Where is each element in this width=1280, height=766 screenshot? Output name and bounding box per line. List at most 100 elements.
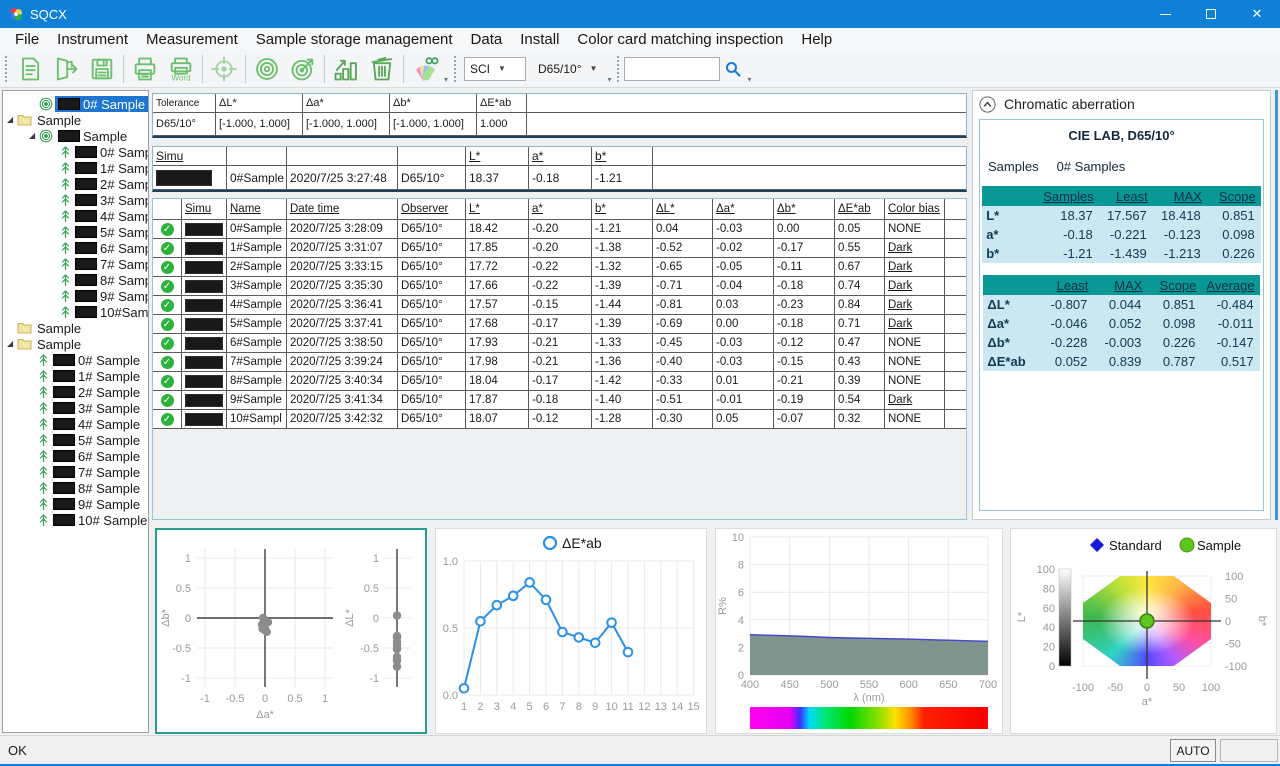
- tree-item[interactable]: 5# Sample: [3, 432, 148, 448]
- column-header[interactable]: L*: [466, 147, 529, 166]
- sample-row[interactable]: ✓5#Sample2020/7/25 3:37:41D65/10°17.68-0…: [153, 315, 966, 334]
- tree-item-label[interactable]: 7# Sample: [50, 464, 143, 480]
- tree-item[interactable]: 0# Samp: [3, 144, 148, 160]
- tree-item-label[interactable]: 3# Sample: [50, 400, 143, 416]
- sample-row[interactable]: ✓2#Sample2020/7/25 3:33:15D65/10°17.72-0…: [153, 258, 966, 277]
- column-header[interactable]: Date time: [287, 199, 398, 220]
- print-word-button[interactable]: Word: [163, 52, 199, 86]
- column-header[interactable]: ΔL*: [653, 199, 713, 220]
- new-document-button[interactable]: [12, 52, 48, 86]
- column-header[interactable]: a*: [529, 199, 592, 220]
- tree-item-label[interactable]: 8# Sample: [50, 480, 143, 496]
- stat-column-header[interactable]: MAX: [1153, 186, 1207, 206]
- scatter-chart-panel[interactable]: -1-1-0.5-0.5000.50.511Δb*Δa*-1-0.500.51Δ…: [155, 528, 427, 734]
- stat-column-header[interactable]: MAX: [1093, 275, 1147, 295]
- tree-expander-icon[interactable]: ◢: [7, 115, 17, 125]
- illuminant-select[interactable]: D65/10° ▼: [532, 57, 603, 81]
- stat-column-header[interactable]: Samples: [1038, 186, 1099, 206]
- stat-column-header[interactable]: Least: [1039, 275, 1093, 295]
- column-header[interactable]: b*: [592, 147, 653, 166]
- column-header[interactable]: a*: [529, 147, 592, 166]
- tree-item-label[interactable]: 8# Samp: [72, 272, 149, 288]
- tree-item-label[interactable]: Sample: [34, 320, 84, 336]
- menu-install[interactable]: Install: [511, 28, 568, 50]
- column-header[interactable]: Δa*: [713, 199, 774, 220]
- tree-item[interactable]: 5# Samp: [3, 224, 148, 240]
- sci-select[interactable]: SCI ▼: [464, 57, 526, 81]
- tree-item-label[interactable]: 10#Samp: [72, 304, 149, 320]
- column-header[interactable]: b*: [592, 199, 653, 220]
- tree-item[interactable]: ◢ Sample: [3, 128, 148, 144]
- color-match-button[interactable]: [407, 52, 443, 86]
- export-button[interactable]: [48, 52, 84, 86]
- panel-header[interactable]: Chromatic aberration: [973, 91, 1270, 117]
- sample-row[interactable]: ✓0#Sample2020/7/25 3:28:09D65/10°18.42-0…: [153, 220, 966, 239]
- tree-item-label[interactable]: Sample: [55, 128, 130, 144]
- tree-item[interactable]: 4# Sample: [3, 416, 148, 432]
- search-input[interactable]: [624, 57, 720, 81]
- tree-item[interactable]: ◢Sample: [3, 336, 148, 352]
- tree-item[interactable]: 8# Samp: [3, 272, 148, 288]
- stat-column-header[interactable]: Least: [1099, 186, 1153, 206]
- menu-sample-storage-management[interactable]: Sample storage management: [247, 28, 462, 50]
- column-header[interactable]: L*: [466, 199, 529, 220]
- column-header[interactable]: Δb*: [774, 199, 835, 220]
- tree-item[interactable]: 9# Sample: [3, 496, 148, 512]
- column-header[interactable]: ΔE*ab: [835, 199, 885, 220]
- column-header[interactable]: Simu: [153, 147, 227, 166]
- delta-e-chart-panel[interactable]: ΔE*ab1234567891011121314150.00.51.0: [435, 528, 707, 734]
- tree-item-label[interactable]: 4# Sample: [50, 416, 143, 432]
- tree-item-label[interactable]: 1# Sample: [50, 368, 143, 384]
- tree-item-label[interactable]: 0# Sample: [50, 352, 143, 368]
- tree-item-label[interactable]: Sample: [34, 112, 84, 128]
- tree-item[interactable]: 6# Sample: [3, 448, 148, 464]
- close-button[interactable]: ✕: [1234, 0, 1280, 28]
- concentric-target-button[interactable]: [249, 52, 285, 86]
- tree-item[interactable]: 10#Samp: [3, 304, 148, 320]
- auto-button[interactable]: AUTO: [1170, 739, 1216, 762]
- tree-item-label[interactable]: 1# Samp: [72, 160, 149, 176]
- tree-item[interactable]: 3# Samp: [3, 192, 148, 208]
- sample-row[interactable]: ✓1#Sample2020/7/25 3:31:07D65/10°17.85-0…: [153, 239, 966, 258]
- tree-item[interactable]: Sample: [3, 320, 148, 336]
- tree-item[interactable]: 8# Sample: [3, 480, 148, 496]
- delete-button[interactable]: [364, 52, 400, 86]
- toolbar-grip[interactable]: [617, 56, 619, 82]
- tree-item[interactable]: 9# Samp: [3, 288, 148, 304]
- reflectance-chart-panel[interactable]: 4004505005506006507000246810R%λ (nm): [715, 528, 1003, 734]
- tree-item[interactable]: 0# Sample: [3, 352, 148, 368]
- tree-item[interactable]: 7# Samp: [3, 256, 148, 272]
- tree-item-label[interactable]: 10# Sample: [50, 512, 149, 528]
- tree-item[interactable]: 1# Samp: [3, 160, 148, 176]
- search-button[interactable]: [720, 52, 746, 86]
- tree-expander-icon[interactable]: ◢: [29, 131, 39, 141]
- standard-row[interactable]: 0#Sample2020/7/25 3:27:48D65/10°18.37-0.…: [153, 166, 966, 190]
- sample-row[interactable]: ✓3#Sample2020/7/25 3:35:30D65/10°17.66-0…: [153, 277, 966, 296]
- tree-item[interactable]: 6# Samp: [3, 240, 148, 256]
- tree-item[interactable]: ◢ Sample: [3, 112, 148, 128]
- tree-item-label[interactable]: 9# Sample: [50, 496, 143, 512]
- tree-item-label[interactable]: 3# Samp: [72, 192, 149, 208]
- minimize-button[interactable]: [1142, 0, 1188, 28]
- tree-item-label[interactable]: 0# Sample: [55, 96, 148, 112]
- toolbar-overflow-icon[interactable]: ▾: [607, 75, 611, 84]
- stat-column-header[interactable]: Scope: [1207, 186, 1261, 206]
- tree-item[interactable]: 1# Sample: [3, 368, 148, 384]
- tree-item-label[interactable]: 4# Samp: [72, 208, 149, 224]
- tree-item[interactable]: 0# Sample: [3, 96, 148, 112]
- column-header[interactable]: Color bias: [885, 199, 945, 220]
- sample-row[interactable]: ✓4#Sample2020/7/25 3:36:41D65/10°17.57-0…: [153, 296, 966, 315]
- tree-item-label[interactable]: 7# Samp: [72, 256, 149, 272]
- stat-column-header[interactable]: Scope: [1147, 275, 1201, 295]
- tree-item-label[interactable]: 9# Samp: [72, 288, 149, 304]
- menu-measurement[interactable]: Measurement: [137, 28, 247, 50]
- menu-help[interactable]: Help: [792, 28, 841, 50]
- dart-target-button[interactable]: [285, 52, 321, 86]
- tree-item[interactable]: 2# Sample: [3, 384, 148, 400]
- menu-file[interactable]: File: [6, 28, 48, 50]
- tree-item-label[interactable]: 2# Samp: [72, 176, 149, 192]
- menu-color-card-matching-inspection[interactable]: Color card matching inspection: [568, 28, 792, 50]
- crosshair-button[interactable]: [206, 52, 242, 86]
- tree-item-label[interactable]: 2# Sample: [50, 384, 143, 400]
- tree-item[interactable]: 7# Sample: [3, 464, 148, 480]
